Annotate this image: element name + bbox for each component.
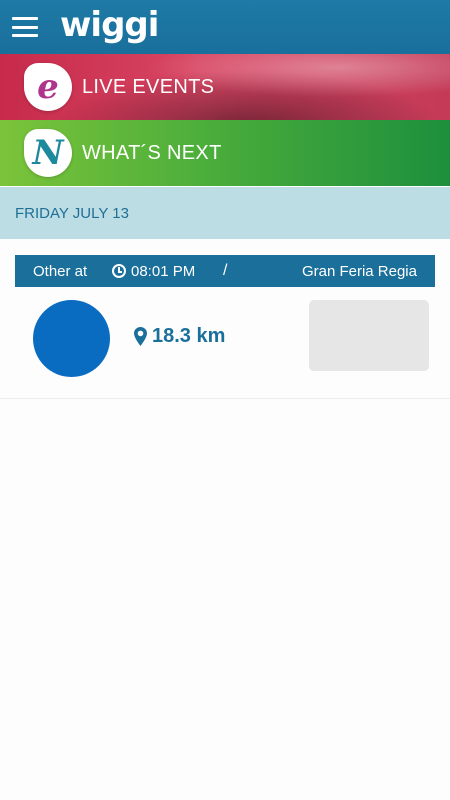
- whats-next-badge-letter: N: [32, 133, 64, 173]
- hamburger-menu-icon[interactable]: [12, 17, 38, 37]
- whats-next-banner[interactable]: N WHAT´S NEXT: [0, 120, 450, 186]
- event-time: 08:01 PM: [112, 263, 195, 280]
- date-label: FRIDAY JULY 13: [15, 204, 129, 222]
- whats-next-badge-icon: N: [24, 129, 72, 177]
- distance-label: 18.3 km: [152, 325, 226, 347]
- location-pin-icon: [134, 327, 147, 346]
- event-time-label: 08:01 PM: [131, 262, 196, 280]
- event-distance: 18.3 km: [134, 325, 225, 348]
- live-events-banner[interactable]: e LIVE EVENTS: [0, 54, 450, 120]
- event-card[interactable]: 18.3 km: [0, 287, 450, 399]
- event-thumbnail[interactable]: [309, 300, 429, 371]
- event-category: Other at: [33, 262, 88, 280]
- event-header-bar[interactable]: Other at 08:01 PM / Gran Feria Regia: [15, 255, 435, 287]
- top-app-bar: wiggi: [0, 0, 450, 54]
- event-venue: Gran Feria Regia: [301, 262, 417, 280]
- live-events-badge-icon: e: [24, 63, 72, 111]
- live-events-badge-letter: e: [37, 67, 59, 107]
- event-separator: /: [223, 262, 228, 279]
- whats-next-label: WHAT´S NEXT: [82, 141, 222, 164]
- app-logo: wiggi: [60, 5, 159, 45]
- live-events-label: LIVE EVENTS: [82, 75, 215, 98]
- date-section-header: FRIDAY JULY 13: [0, 187, 450, 239]
- clock-icon: [112, 264, 126, 278]
- event-avatar[interactable]: [33, 300, 110, 377]
